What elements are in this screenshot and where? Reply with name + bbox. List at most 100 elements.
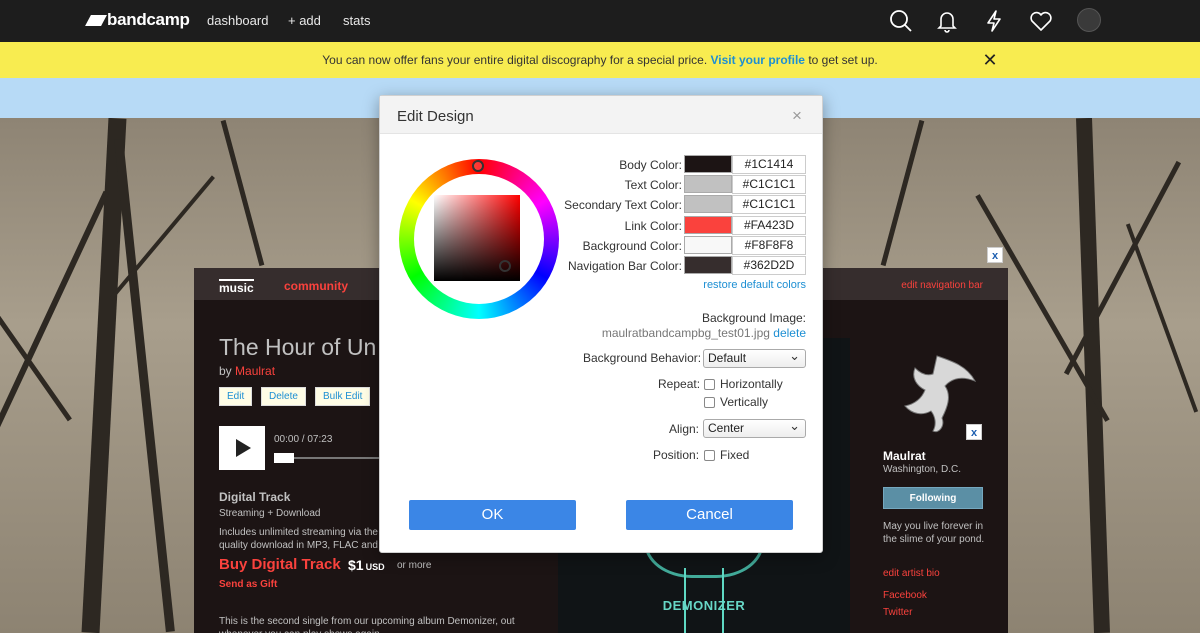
banner-text-after: to get set up.: [808, 53, 878, 67]
tab-community[interactable]: community: [284, 279, 348, 293]
body-color-swatch[interactable]: [684, 155, 732, 173]
background-color-swatch[interactable]: [684, 236, 732, 254]
background-color-label: Background Color:: [582, 239, 682, 253]
digital-track-sub: Streaming + Download: [219, 508, 321, 519]
close-x-button[interactable]: x: [987, 247, 1003, 263]
align-label: Align:: [669, 422, 700, 436]
tab-music[interactable]: music: [219, 279, 254, 295]
by-label: by: [219, 364, 232, 378]
bandcamp-logo-icon: [85, 15, 107, 26]
background-image-label: Background Image:: [701, 311, 806, 325]
navigation-bar-color-swatch[interactable]: [684, 256, 732, 274]
sidebar-close-x-button[interactable]: x: [966, 424, 982, 440]
navigation-bar-color-input[interactable]: #362D2D: [732, 256, 806, 275]
dialog-title: Edit Design: [397, 108, 474, 125]
background-behavior-select[interactable]: Default: [703, 347, 806, 368]
sidebar-artist-name[interactable]: Maulrat: [883, 449, 926, 463]
position-fixed-label: Fixed: [720, 448, 750, 462]
tree-branch: [220, 119, 265, 267]
background-image-filename: maulratbandcampbg_test01.jpg: [601, 326, 770, 340]
secondary-text-color-row: Secondary Text Color: #C1C1C1: [380, 195, 824, 215]
artist-link[interactable]: Maulrat: [235, 364, 275, 378]
banner-text: You can now offer fans your entire digit…: [322, 53, 708, 67]
link-color-label: Link Color:: [624, 219, 682, 233]
body-color-row: Body Color: #1C1414: [380, 155, 824, 175]
visit-profile-link[interactable]: Visit your profile: [711, 53, 805, 67]
play-button[interactable]: [219, 426, 265, 470]
logo-text: bandcamp: [107, 10, 190, 29]
send-as-gift-link[interactable]: Send as Gift: [219, 579, 277, 590]
search-icon[interactable]: [888, 8, 914, 34]
bandcamp-logo[interactable]: bandcamp: [85, 10, 190, 30]
price-value: $1: [348, 557, 364, 573]
banner-close-icon[interactable]: ✕: [982, 42, 998, 78]
track-time: 00:00 / 07:23: [274, 434, 333, 445]
text-color-swatch[interactable]: [684, 175, 732, 193]
background-image-file: maulratbandcampbg_test01.jpg delete: [602, 326, 806, 340]
nav-dashboard[interactable]: dashboard: [207, 13, 268, 28]
delete-button[interactable]: Delete: [261, 387, 306, 406]
text-color-row: Text Color: #C1C1C1: [380, 175, 824, 195]
twitter-link[interactable]: Twitter: [883, 607, 912, 618]
nav-add[interactable]: + add: [288, 13, 321, 28]
link-color-swatch[interactable]: [684, 216, 732, 234]
navigation-bar-color-label: Navigation Bar Color:: [567, 259, 682, 273]
edit-design-dialog: Edit Design × Body Color: #1C1414 Text C…: [379, 95, 823, 553]
or-more: or more: [397, 560, 432, 571]
heart-icon[interactable]: [1028, 8, 1054, 34]
digital-track-desc: Includes unlimited streaming via the qua…: [219, 527, 378, 551]
cancel-button[interactable]: Cancel: [626, 500, 793, 530]
align-select[interactable]: Center: [703, 417, 806, 438]
background-behavior-label: Background Behavior:: [583, 351, 702, 365]
currency: USD: [365, 562, 385, 572]
ok-button[interactable]: OK: [409, 500, 576, 530]
following-button[interactable]: Following: [883, 487, 983, 509]
artist-logo-image: [904, 355, 977, 433]
tree-trunk: [114, 138, 175, 633]
delete-background-link[interactable]: delete: [773, 326, 806, 340]
album-art-title: DEMONIZER: [662, 598, 746, 613]
sidebar-location: Washington, D.C.: [883, 464, 961, 475]
edit-button[interactable]: Edit: [219, 387, 253, 406]
repeat-horizontally-label: Horizontally: [720, 377, 783, 391]
repeat-horizontally-checkbox[interactable]: [704, 379, 715, 390]
bulk-edit-button[interactable]: Bulk Edit: [315, 387, 371, 406]
lightning-icon[interactable]: [981, 8, 1007, 34]
secondary-text-color-label: Secondary Text Color:: [564, 198, 682, 212]
price: $1 USD: [348, 557, 385, 573]
repeat-vertically-label: Vertically: [720, 395, 769, 409]
edit-navigation-bar-link[interactable]: edit navigation bar: [901, 280, 983, 291]
secondary-text-color-input[interactable]: #C1C1C1: [732, 195, 806, 214]
repeat-label: Repeat:: [658, 377, 701, 391]
close-icon[interactable]: ×: [792, 106, 802, 126]
position-label: Position:: [653, 448, 700, 462]
restore-default-colors-link[interactable]: restore default colors: [703, 279, 806, 291]
navigation-bar-color-row: Navigation Bar Color: #362D2D: [380, 256, 824, 276]
facebook-link[interactable]: Facebook: [883, 590, 927, 601]
byline: by Maulrat: [219, 364, 275, 378]
buy-digital-track-link[interactable]: Buy Digital Track: [219, 556, 341, 573]
announcement-banner: You can now offer fans your entire digit…: [0, 42, 1200, 78]
text-color-input[interactable]: #C1C1C1: [732, 175, 806, 194]
body-color-input[interactable]: #1C1414: [732, 155, 806, 174]
track-title: The Hour of Un: [219, 334, 377, 360]
body-color-label: Body Color:: [619, 158, 682, 172]
progress-knob[interactable]: [274, 453, 294, 463]
background-color-row: Background Color: #F8F8F8: [380, 236, 824, 256]
sidebar-bio: May you live forever in the slime of you…: [883, 521, 985, 545]
edit-artist-bio-link[interactable]: edit artist bio: [883, 568, 940, 579]
repeat-vertically-checkbox[interactable]: [704, 397, 715, 408]
dialog-header: Edit Design ×: [380, 96, 822, 134]
tree-branch: [880, 119, 925, 267]
avatar[interactable]: [1077, 8, 1101, 32]
text-color-label: Text Color:: [624, 178, 682, 192]
secondary-text-color-swatch[interactable]: [684, 195, 732, 213]
digital-track-heading: Digital Track: [219, 490, 291, 504]
link-color-row: Link Color: #FA423D: [380, 216, 824, 236]
link-color-input[interactable]: #FA423D: [732, 216, 806, 235]
background-color-input[interactable]: #F8F8F8: [732, 236, 806, 255]
about-text: This is the second single from our upcom…: [219, 616, 515, 633]
position-fixed-checkbox[interactable]: [704, 450, 715, 461]
nav-stats[interactable]: stats: [343, 13, 370, 28]
bell-icon[interactable]: [934, 8, 960, 34]
